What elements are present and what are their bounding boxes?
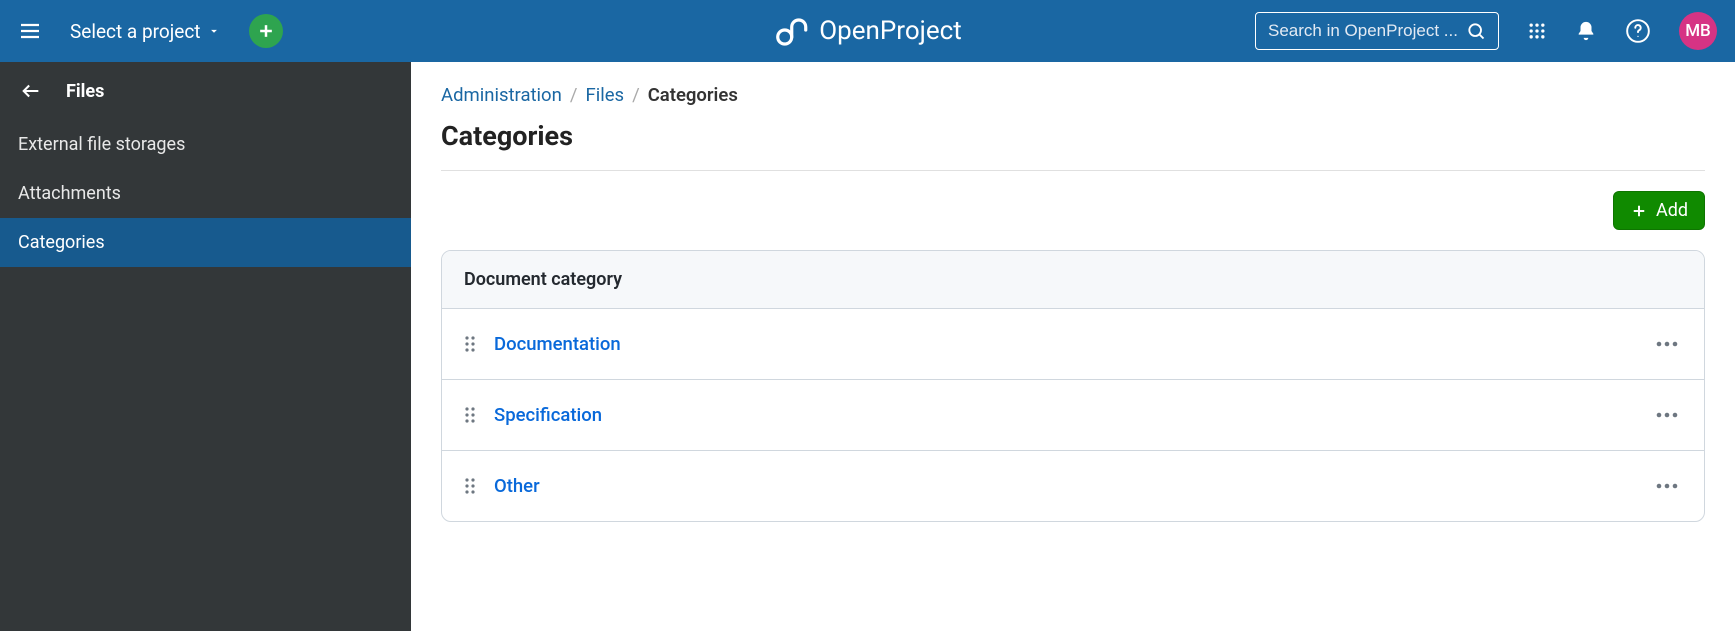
- project-select[interactable]: Select a project: [70, 20, 221, 43]
- main-content: Administration / Files / Categories Cate…: [411, 62, 1735, 631]
- add-button[interactable]: Add: [1613, 191, 1705, 230]
- quick-add-button[interactable]: [249, 14, 283, 48]
- table-row: Documentation: [442, 308, 1704, 379]
- sidebar-item-attachments[interactable]: Attachments: [0, 169, 411, 218]
- add-button-label: Add: [1656, 200, 1688, 221]
- logo-text: OpenProject: [819, 16, 962, 46]
- apps-grid-icon[interactable]: [1527, 21, 1547, 41]
- back-arrow-icon[interactable]: [20, 80, 42, 102]
- sidebar-item-label: External file storages: [18, 134, 185, 155]
- drag-handle-icon[interactable]: [464, 406, 476, 424]
- openproject-icon: [773, 13, 809, 49]
- project-select-label: Select a project: [70, 20, 201, 43]
- bell-icon[interactable]: [1575, 20, 1597, 42]
- caret-down-icon: [207, 24, 221, 38]
- app-logo: OpenProject: [773, 13, 962, 49]
- row-menu-icon[interactable]: [1652, 479, 1682, 493]
- row-menu-icon[interactable]: [1652, 337, 1682, 351]
- breadcrumb-administration[interactable]: Administration: [441, 84, 562, 106]
- page-title: Categories: [441, 120, 1705, 171]
- sidebar-item-external-storages[interactable]: External file storages: [0, 120, 411, 169]
- help-icon[interactable]: [1625, 18, 1651, 44]
- category-link[interactable]: Specification: [494, 404, 602, 426]
- sidebar-item-label: Attachments: [18, 183, 121, 204]
- breadcrumb-files[interactable]: Files: [585, 84, 624, 106]
- breadcrumb-separator: /: [570, 84, 578, 106]
- top-header: Select a project OpenProject: [0, 0, 1735, 62]
- search-input[interactable]: [1268, 21, 1458, 41]
- drag-handle-icon[interactable]: [464, 477, 476, 495]
- row-menu-icon[interactable]: [1652, 408, 1682, 422]
- search-box[interactable]: [1255, 12, 1499, 50]
- breadcrumb-current: Categories: [648, 84, 738, 106]
- categories-panel: Document category Documentation: [441, 250, 1705, 522]
- sidebar-item-categories[interactable]: Categories: [0, 218, 411, 267]
- plus-icon: [1630, 202, 1648, 220]
- search-icon: [1466, 21, 1486, 41]
- menu-icon[interactable]: [18, 19, 42, 43]
- table-row: Specification: [442, 379, 1704, 450]
- breadcrumb: Administration / Files / Categories: [441, 84, 1705, 106]
- panel-header: Document category: [442, 251, 1704, 308]
- avatar[interactable]: MB: [1679, 12, 1717, 50]
- sidebar-item-label: Categories: [18, 232, 105, 253]
- drag-handle-icon[interactable]: [464, 335, 476, 353]
- sidebar: Files External file storages Attachments…: [0, 62, 411, 631]
- breadcrumb-separator: /: [632, 84, 640, 106]
- sidebar-header: Files: [0, 62, 411, 120]
- table-row: Other: [442, 450, 1704, 521]
- sidebar-title: Files: [66, 81, 104, 102]
- avatar-initials: MB: [1685, 21, 1711, 41]
- category-link[interactable]: Documentation: [494, 333, 621, 355]
- category-link[interactable]: Other: [494, 475, 540, 497]
